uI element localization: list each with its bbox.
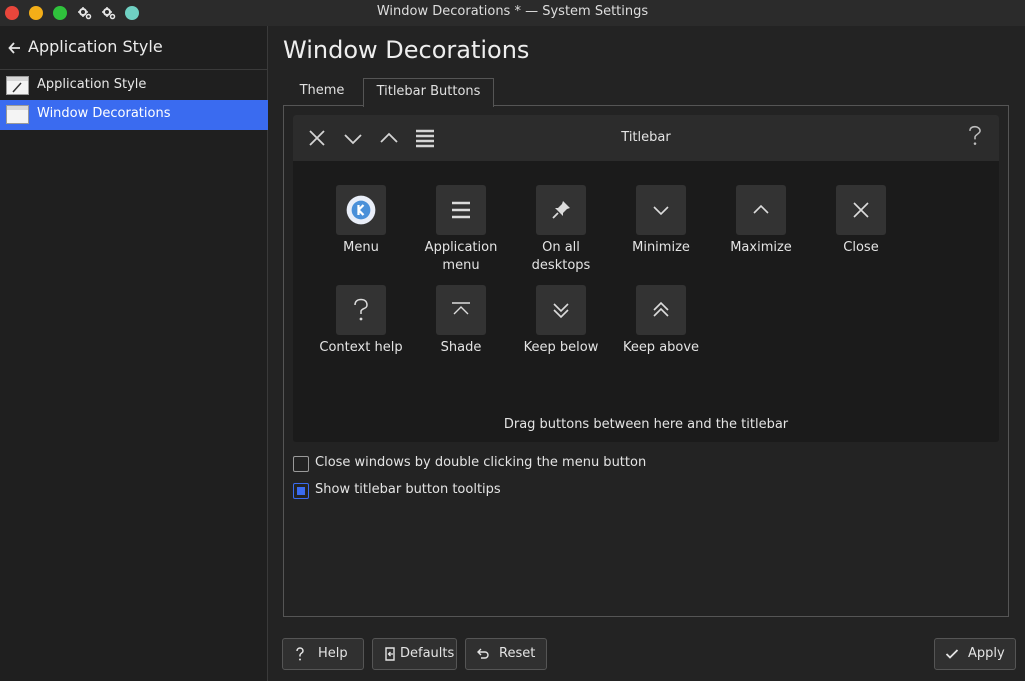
chevron-down-icon: [653, 206, 669, 216]
tab-panel: Titlebar Menu Application menu On all de…: [283, 105, 1009, 617]
app-style-icon: [6, 76, 29, 95]
reset-button[interactable]: Reset: [465, 638, 547, 670]
sidebar-header[interactable]: Application Style: [0, 26, 268, 70]
sidebar-item-label: Application Style: [37, 77, 147, 92]
preview-titlebar[interactable]: Titlebar: [293, 115, 999, 161]
shade-icon: [452, 302, 470, 315]
window-icon: [6, 105, 29, 124]
drag-hint: Drag buttons between here and the titleb…: [503, 417, 789, 432]
defaults-button[interactable]: Defaults: [372, 638, 457, 670]
sidebar-item-window-decorations[interactable]: Window Decorations: [0, 100, 268, 130]
back-arrow-icon[interactable]: [8, 40, 22, 56]
pin-icon: [552, 201, 570, 219]
main-panel: Window Decorations Theme Titlebar Button…: [269, 26, 1025, 681]
sidebar-item-label: Window Decorations: [37, 106, 171, 121]
double-chevron-up-icon: [653, 301, 669, 317]
decoration-preview[interactable]: Titlebar Menu Application menu On all de…: [293, 115, 999, 442]
apply-button[interactable]: Apply: [934, 638, 1016, 670]
window-title: Window Decorations * — System Settings: [376, 4, 649, 19]
help-icon[interactable]: [963, 125, 987, 147]
page-title: Window Decorations: [283, 36, 530, 64]
window-titlebar: Window Decorations * — System Settings: [0, 0, 1025, 26]
chevron-up-icon: [753, 204, 769, 214]
help-icon: [296, 647, 304, 661]
tab-theme[interactable]: Theme: [283, 78, 361, 106]
option-label: Close windows by double clicking the men…: [315, 455, 647, 470]
preview-titlebar-label: Titlebar: [621, 130, 671, 145]
sidebar: Application Style Application Style Wind…: [0, 26, 268, 681]
sidebar-item-application-style[interactable]: Application Style: [0, 71, 268, 101]
double-chevron-down-icon: [553, 303, 569, 319]
question-icon: [354, 298, 368, 321]
option-label: Show titlebar button tooltips: [315, 482, 501, 497]
checkmark-icon: [945, 649, 959, 659]
undo-icon: [477, 648, 489, 659]
sidebar-title: Application Style: [28, 37, 163, 56]
close-double-click-checkbox[interactable]: [293, 456, 309, 472]
hamburger-icon: [452, 201, 470, 219]
defaults-icon: [385, 647, 395, 661]
kde-logo-icon: [346, 195, 376, 225]
help-button[interactable]: Help: [282, 638, 364, 670]
show-tooltips-checkbox[interactable]: [293, 483, 309, 499]
close-icon: [853, 202, 869, 218]
tab-titlebar-buttons[interactable]: Titlebar Buttons: [363, 78, 494, 107]
